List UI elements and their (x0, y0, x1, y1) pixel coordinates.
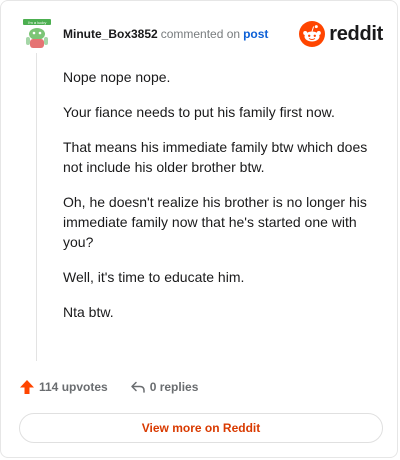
upvote-arrow-icon (19, 379, 35, 395)
comment-header: I'm a lucky Minute_Box3852 commented on po… (21, 17, 383, 53)
brand-text: reddit (329, 22, 383, 45)
reddit-snoo-icon (299, 21, 326, 47)
comment-paragraph: Oh, he doesn't realize his brother is no… (63, 194, 367, 250)
upvote-button[interactable]: 114 upvotes (19, 379, 108, 395)
comment-paragraph: Well, it's time to educate him. (63, 269, 245, 285)
comment-actions: 114 upvotes 0 replies (19, 376, 198, 398)
post-link[interactable]: post (243, 27, 268, 41)
comment-meta: Minute_Box3852 commented on post (63, 27, 268, 41)
comment-paragraph: That means his immediate family btw whic… (63, 139, 368, 175)
comment-paragraph: Your fiance needs to put his family firs… (63, 104, 335, 120)
upvote-count: 114 upvotes (39, 380, 108, 394)
reply-arrow-icon (130, 379, 146, 395)
comment-body: Nope nope nope. Your fiance needs to put… (63, 67, 383, 337)
reddit-logo[interactable]: reddit (299, 20, 383, 48)
view-more-button[interactable]: View more on Reddit (19, 413, 383, 443)
action-text: commented on (160, 27, 241, 41)
thread-line (36, 53, 37, 361)
snoo-avatar-icon: I'm a lucky (21, 17, 53, 49)
reply-count: 0 replies (149, 380, 199, 394)
avatar[interactable]: I'm a lucky (21, 17, 53, 49)
embed-card: I'm a lucky Minute_Box3852 commented on po… (0, 0, 398, 458)
username[interactable]: Minute_Box3852 (63, 27, 158, 41)
avatar-badge-text: I'm a lucky (28, 20, 47, 25)
replies-button[interactable]: 0 replies (130, 379, 199, 395)
comment-paragraph: Nope nope nope. (63, 69, 171, 85)
comment-paragraph: Nta btw. (63, 304, 114, 320)
